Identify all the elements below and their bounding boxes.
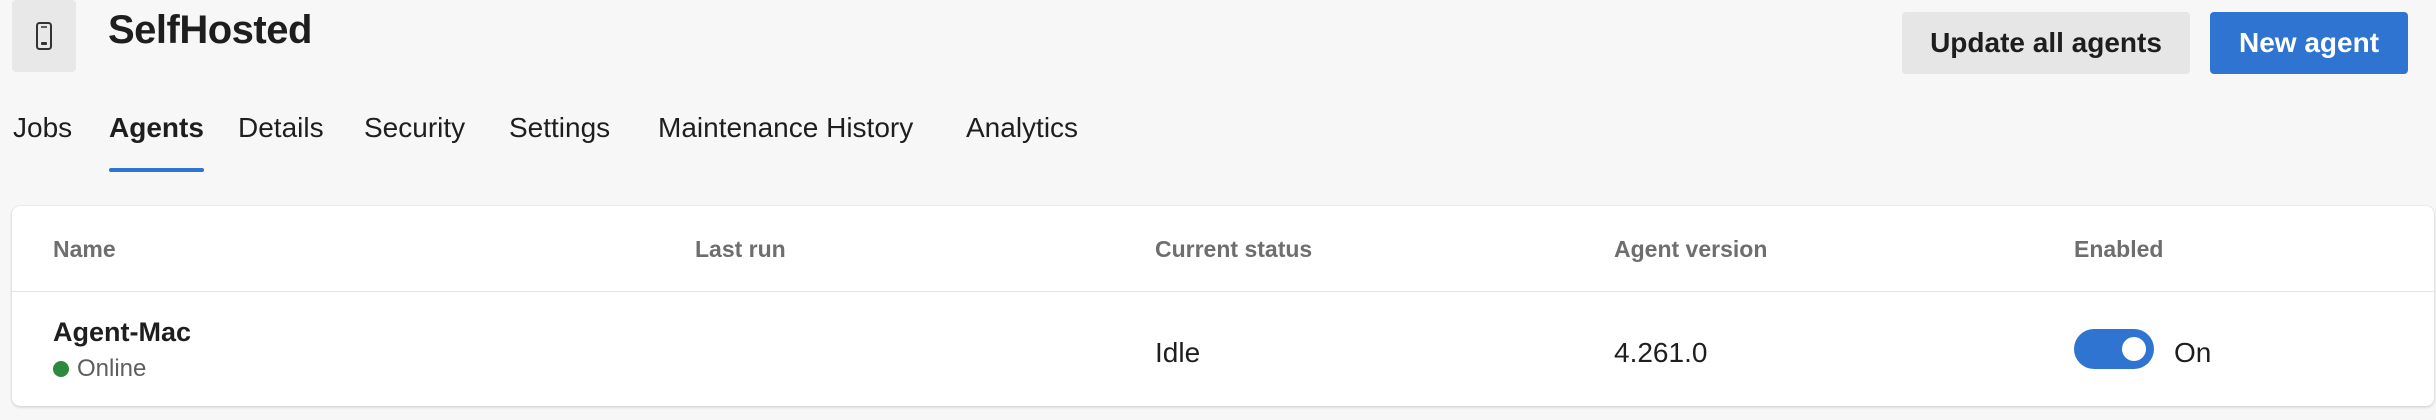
page-title: SelfHosted (108, 8, 312, 52)
tab-analytics[interactable]: Analytics (966, 112, 1078, 144)
current-status-cell: Idle (1155, 337, 1201, 368)
tab-maintenance-history[interactable]: Maintenance History (658, 112, 913, 144)
mobile-device-icon (12, 0, 76, 72)
toggle-knob (2122, 337, 2146, 361)
table-header: Name Last run Current status Agent versi… (12, 206, 2434, 292)
agent-version-cell: 4.261.0 (1614, 337, 1708, 368)
agent-name[interactable]: Agent-Mac (53, 317, 191, 348)
tab-agents[interactable]: Agents (109, 112, 204, 144)
column-header-name[interactable]: Name (53, 236, 116, 263)
agent-pool-page: SelfHosted Update all agents New agent J… (0, 0, 2436, 420)
tab-settings[interactable]: Settings (509, 112, 610, 144)
enabled-label: On (2174, 337, 2212, 368)
column-header-enabled[interactable]: Enabled (2074, 236, 2163, 263)
agents-table: Name Last run Current status Agent versi… (12, 206, 2434, 406)
active-tab-indicator (109, 168, 204, 172)
column-header-current-status[interactable]: Current status (1155, 236, 1312, 263)
tab-bar: Jobs Agents Details Security Settings Ma… (0, 100, 1200, 176)
tab-security[interactable]: Security (364, 112, 465, 144)
new-agent-button[interactable]: New agent (2210, 12, 2408, 74)
enabled-toggle[interactable] (2074, 329, 2154, 369)
tab-jobs[interactable]: Jobs (13, 112, 72, 144)
tab-details[interactable]: Details (238, 112, 324, 144)
column-header-agent-version[interactable]: Agent version (1614, 236, 1767, 263)
column-header-last-run[interactable]: Last run (695, 236, 786, 263)
online-status-dot-icon (53, 361, 69, 377)
agent-presence: Online (53, 355, 146, 383)
update-all-agents-button[interactable]: Update all agents (1902, 12, 2190, 74)
table-row[interactable]: Agent-Mac Online Idle 4.261.0 On (12, 293, 2434, 406)
presence-label: Online (77, 355, 147, 382)
